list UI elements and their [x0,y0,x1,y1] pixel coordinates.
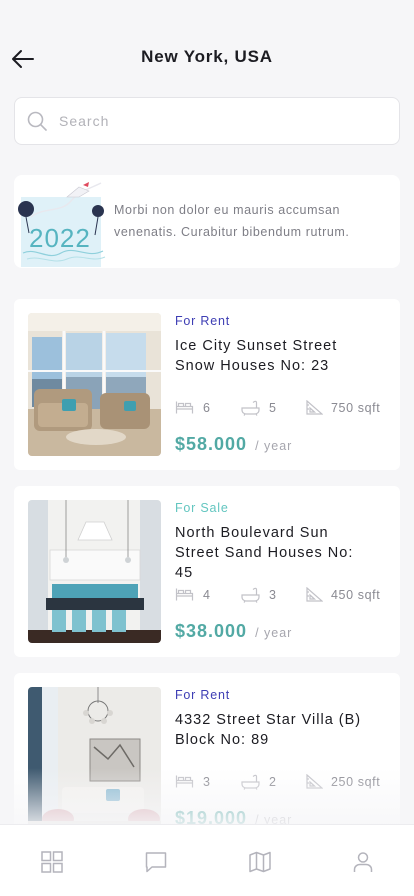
beds-spec: 6 [175,400,211,415]
listing-card[interactable]: For Sale North Boulevard Sun Street Sand… [14,486,400,657]
area-value: 750 sqft [331,400,381,415]
listing-tag: For Sale [175,501,229,515]
beds-spec: 3 [175,774,211,789]
bathtub-icon [241,774,260,790]
tab-profile[interactable] [350,849,376,875]
listing-photo [28,313,161,456]
price-period: / year [255,439,293,453]
search-input[interactable] [59,113,359,129]
area-value: 450 sqft [331,587,381,602]
map-icon [249,851,271,873]
price-value: $38.000 [175,621,248,641]
grid-icon [41,851,63,873]
ruler-triangle-icon [306,774,323,789]
listing-tag: For Rent [175,688,231,702]
beds-count: 3 [203,774,211,789]
bathtub-icon [241,400,260,416]
listing-price: $38.000 / year [175,621,292,642]
new-year-2022-illustration: 2022 [18,182,106,267]
bottom-tab-bar [0,824,414,896]
baths-spec: 3 [241,587,277,603]
beds-spec: 4 [175,587,211,602]
page-title: New York, USA [141,47,273,66]
listing-tag: For Rent [175,314,231,328]
listing-photo [28,500,161,643]
promo-badge-text: 2022 [29,223,91,253]
area-spec: 450 sqft [306,587,380,602]
search-icon [26,110,48,132]
listing-title: 4332 Street Star Villa (B) Block No: 89 [175,712,362,748]
promo-text: Morbi non dolor eu mauris accumsan venen… [114,203,350,239]
baths-count: 2 [269,775,277,789]
listing-photo [28,687,161,830]
baths-count: 5 [269,401,277,415]
area-value: 250 sqft [331,774,381,789]
beds-count: 6 [203,400,211,415]
tab-messages[interactable] [143,849,169,875]
ruler-triangle-icon [306,400,323,415]
chat-icon [145,852,167,873]
area-spec: 250 sqft [306,774,380,789]
baths-spec: 5 [241,400,277,416]
beds-count: 4 [203,587,211,602]
listing-card[interactable]: For Rent Ice City Sunset Street Snow Hou… [14,299,400,470]
profile-icon [353,852,373,872]
price-period: / year [255,626,293,640]
bathtub-icon [241,587,260,603]
listing-price: $58.000 / year [175,434,292,455]
promo-banner[interactable]: 2022 Morbi non dolor eu mauris accumsan … [14,175,400,268]
bed-icon [175,588,194,601]
bed-icon [175,401,194,414]
area-spec: 750 sqft [306,400,380,415]
listing-title: North Boulevard Sun Street Sand Houses N… [175,525,354,581]
ruler-triangle-icon [306,587,323,602]
tab-map[interactable] [247,849,273,875]
bed-icon [175,775,194,788]
price-value: $58.000 [175,434,248,454]
baths-count: 3 [269,588,277,602]
listing-card[interactable]: For Rent 4332 Street Star Villa (B) Bloc… [14,673,400,844]
baths-spec: 2 [241,774,277,790]
header: New York, USA [0,0,414,96]
tab-home[interactable] [39,849,65,875]
listing-title: Ice City Sunset Street Snow Houses No: 2… [175,338,338,374]
search-bar[interactable] [14,97,400,145]
